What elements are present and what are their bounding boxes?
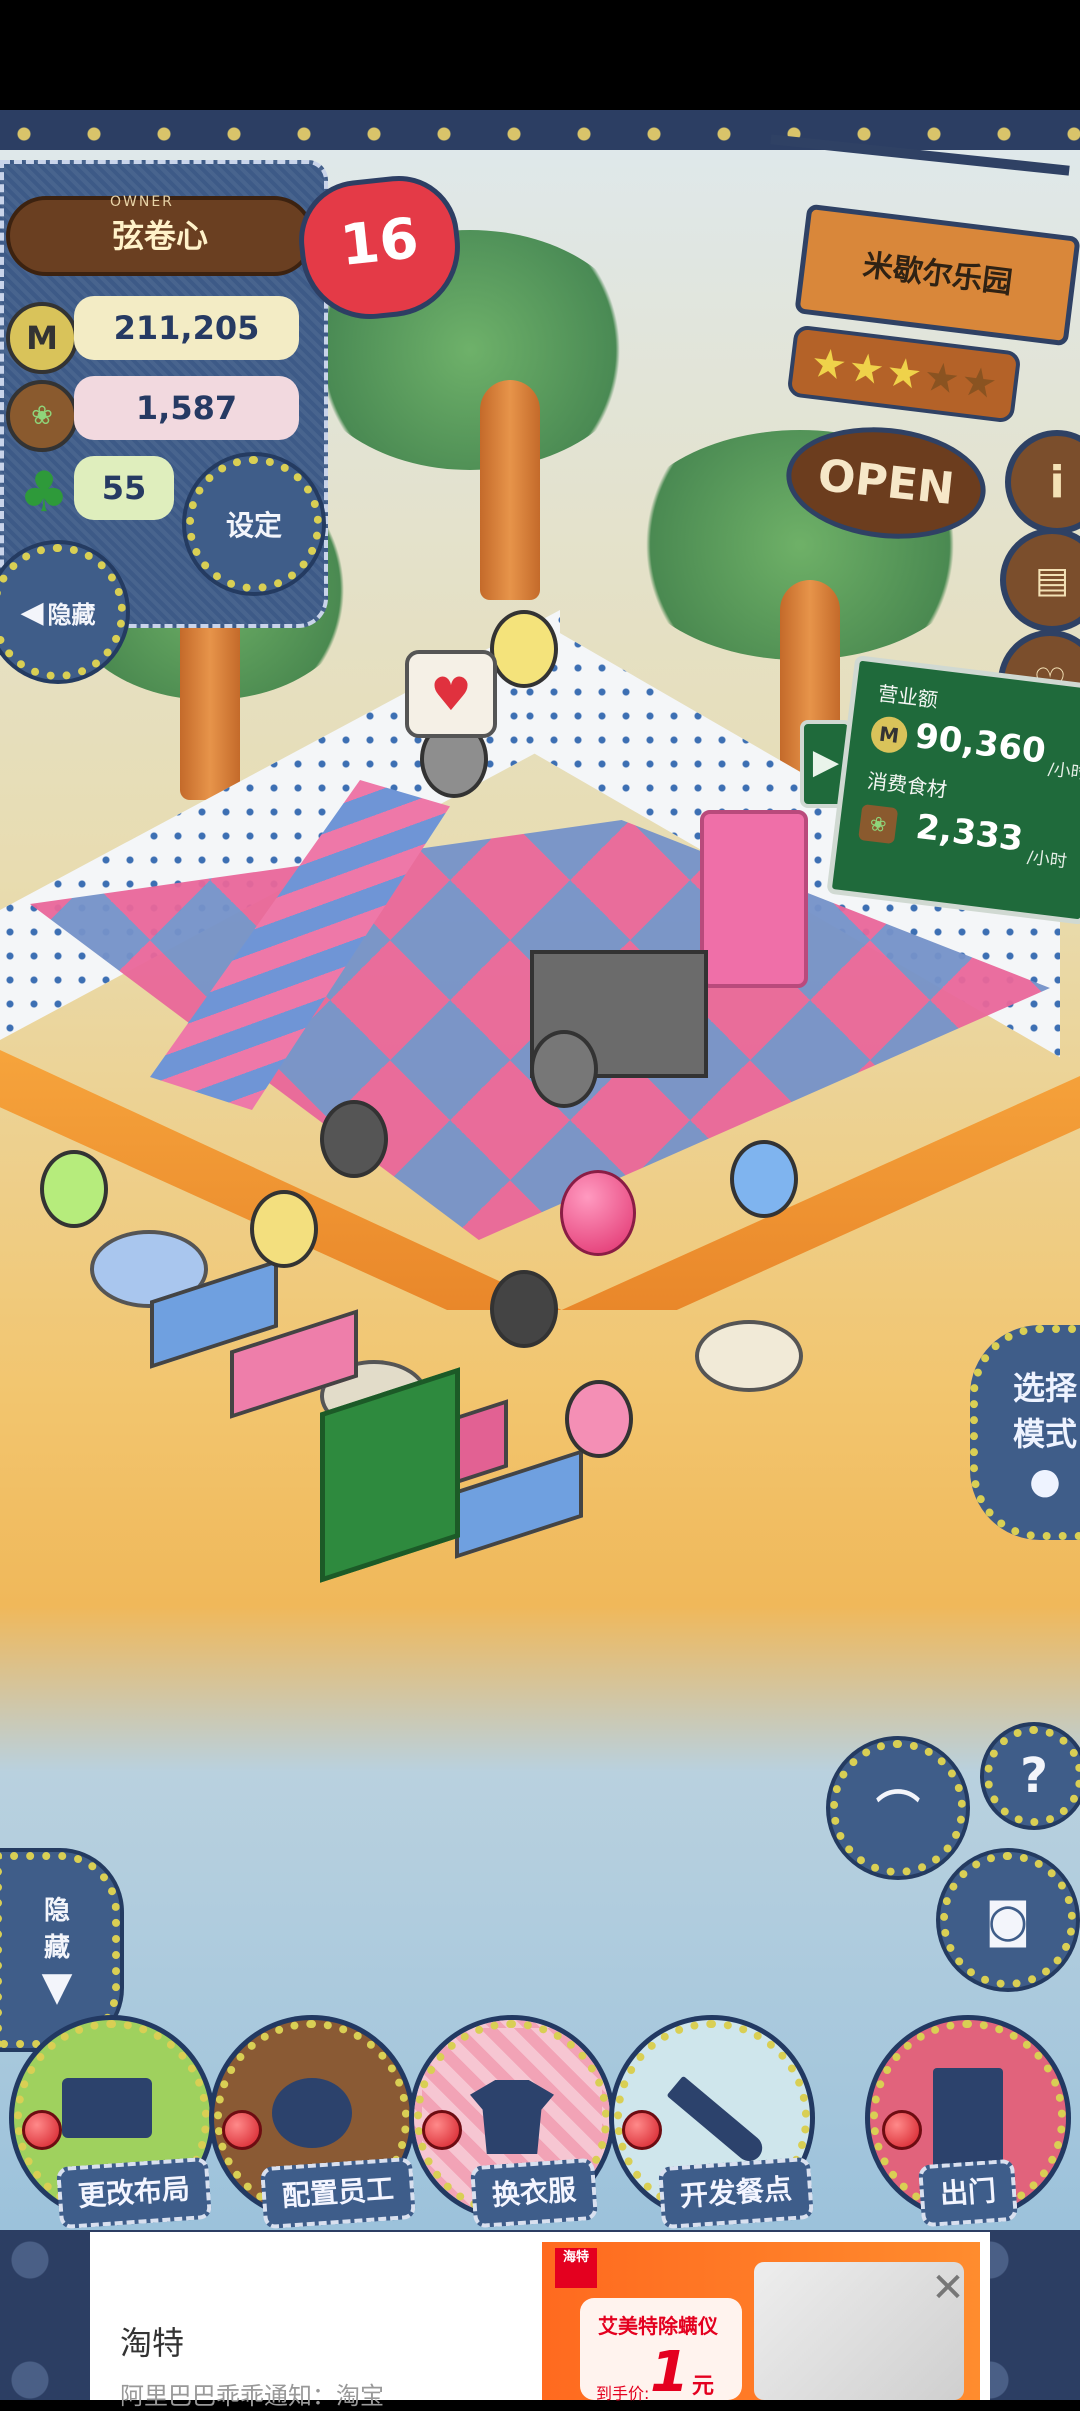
mouse-head-icon [272, 2078, 352, 2148]
consumption-label: 消费食材 [865, 768, 949, 803]
pin-icon [622, 2110, 662, 2150]
hat-button[interactable]: ⌒ [830, 1740, 966, 1876]
palm-tree-trunk [480, 380, 540, 600]
left-arrow-icon: ◀ [20, 594, 44, 630]
change-clothes-label[interactable]: 换衣服 [469, 2157, 599, 2229]
door-exit-icon [933, 2068, 1003, 2168]
customer-character[interactable] [565, 1380, 633, 1458]
clover-icon: ♣ [18, 459, 70, 525]
round-table[interactable] [695, 1320, 803, 1392]
star-filled-icon: ★ [808, 339, 850, 390]
pin-icon [422, 2110, 462, 2150]
select-mode-label: 选择 模式 [1012, 1369, 1077, 1453]
mouse-head-icon: ● [1029, 1461, 1061, 1502]
customer-character[interactable] [730, 1140, 798, 1218]
customer-character[interactable] [490, 610, 558, 688]
assign-staff-label[interactable]: 配置员工 [260, 2156, 416, 2230]
heart-speech-bubble[interactable]: ♥ [405, 650, 497, 738]
select-mode-button[interactable]: 选择 模式 ● [970, 1325, 1080, 1540]
status-bar [0, 0, 1080, 110]
consumption-value: 2,333 [913, 806, 1026, 860]
income-panel: 营业额 M 90,360 /小时 消费食材 ❀ 2,333 /小时 [826, 655, 1080, 925]
revenue-value: 90,360 [912, 716, 1048, 772]
staff-character[interactable] [530, 1030, 598, 1108]
star-filled-icon: ★ [883, 348, 925, 400]
ingredients-basket-icon: ❀ [6, 380, 78, 452]
pin-icon [22, 2110, 62, 2150]
balloon [560, 1170, 636, 1256]
knife-icon [666, 2075, 768, 2167]
shirt-icon [470, 2080, 554, 2154]
revenue-label: 营业额 [876, 681, 940, 713]
consumption-unit: /小时 [1025, 847, 1068, 873]
palm-tree-trunk [180, 600, 240, 800]
camera-icon: ◙ [985, 1893, 1031, 1947]
customer-character[interactable] [40, 1150, 108, 1228]
ad-title[interactable]: 淘特 [120, 2318, 184, 2364]
ad-price-unit: 元 [692, 2374, 715, 2399]
customer-character[interactable] [490, 1270, 558, 1348]
table-icon [62, 2078, 152, 2138]
ad-price: 1 [650, 2340, 689, 2405]
coin-icon: M [6, 302, 78, 374]
customer-character[interactable] [250, 1190, 318, 1268]
ingredients-value: 1,587 [74, 376, 299, 440]
hide-label: 隐藏 [47, 600, 96, 629]
ingredients-basket-icon: ❀ [858, 804, 899, 845]
camera-button[interactable]: ◙ [940, 1852, 1076, 1988]
hat-icon: ⌒ [876, 1787, 920, 1838]
pin-icon [222, 2110, 262, 2150]
owner-tag: OWNER [110, 194, 174, 210]
hide-label: 隐 藏 [43, 1896, 70, 1963]
clovers-value: 55 [74, 456, 174, 520]
coins-value: 211,205 [74, 296, 299, 360]
revenue-unit: /小时 [1046, 759, 1080, 785]
star-empty-icon: ★ [958, 358, 1000, 409]
change-layout-label[interactable]: 更改布局 [56, 2156, 212, 2230]
ad-brand-chip: 海特 [555, 2248, 597, 2288]
staff-character[interactable] [320, 1100, 388, 1178]
ad-price-label: 到手价: [596, 2384, 650, 2403]
question-icon: ? [1020, 1748, 1048, 1804]
hide-ui-button-bottom[interactable]: 隐 藏 ▼ [0, 1852, 120, 2048]
settings-button[interactable]: 设定 [186, 456, 322, 592]
pink-fridge[interactable] [700, 810, 808, 988]
down-arrow-icon: ▼ [41, 1964, 73, 2010]
pin-icon [882, 2110, 922, 2150]
help-button[interactable]: ? [984, 1726, 1080, 1826]
develop-dishes-label[interactable]: 开发餐点 [658, 2156, 814, 2230]
ad-product-name: 艾美特除螨仪 [598, 2314, 718, 2338]
ad-subtitle[interactable]: 阿里巴巴乖乖通知：淘宝 [120, 2376, 384, 2411]
go-out-label[interactable]: 出门 [917, 2158, 1019, 2228]
close-icon[interactable]: ✕ [926, 2266, 970, 2310]
star-filled-icon: ★ [845, 344, 888, 395]
coin-icon: M [869, 714, 910, 755]
star-empty-icon: ★ [920, 353, 963, 404]
